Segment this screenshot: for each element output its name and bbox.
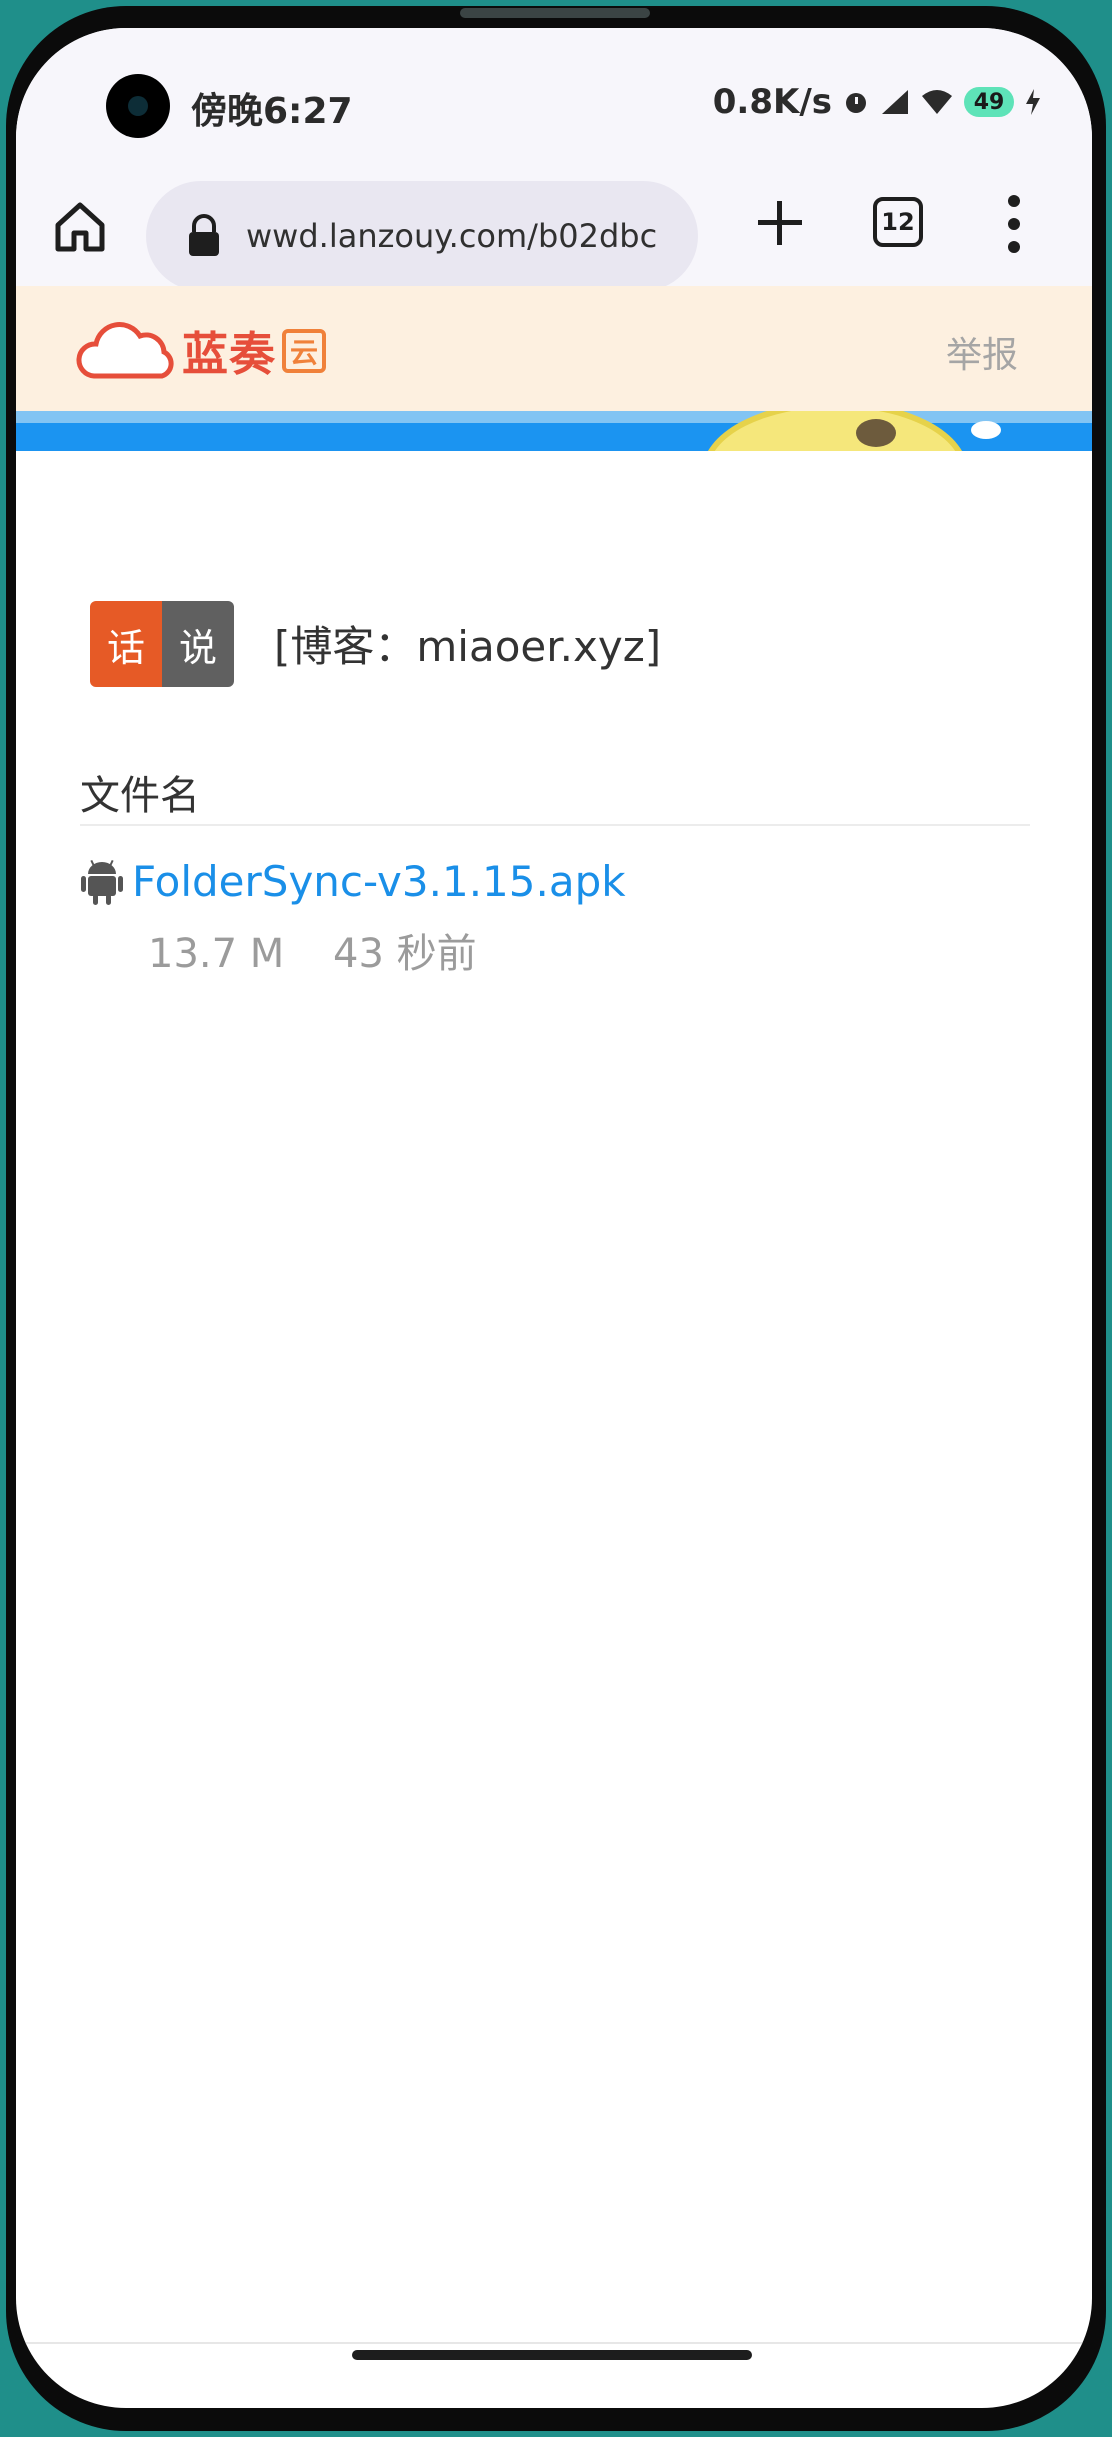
blog-text: [博客：miaoer.xyz] xyxy=(274,622,662,671)
tabs-button[interactable]: 12 xyxy=(873,197,923,247)
home-indicator[interactable] xyxy=(352,2350,752,2360)
browser-toolbar: wwd.lanzouy.com/b02dbc 12 xyxy=(16,173,1092,291)
home-icon[interactable] xyxy=(50,197,110,257)
more-vertical-icon[interactable] xyxy=(1004,191,1024,257)
report-link[interactable]: 举报 xyxy=(946,326,1018,378)
android-icon xyxy=(81,859,123,905)
phone-frame: 傍晚6:27 0.8K/s 49 wwd.lanzouy.com/b02dbc … xyxy=(0,0,1112,2437)
file-link[interactable]: FolderSync-v3.1.15.apk xyxy=(132,857,626,906)
tag-right: 说 xyxy=(162,601,234,687)
logo-badge: 云 xyxy=(282,329,326,373)
wifi-icon xyxy=(922,90,952,114)
front-camera xyxy=(106,74,170,138)
battery-indicator: 49 xyxy=(964,87,1014,117)
cloud-icon xyxy=(76,322,174,379)
browser-chrome: 傍晚6:27 0.8K/s 49 wwd.lanzouy.com/b02dbc … xyxy=(16,28,1092,291)
net-speed: 0.8K/s xyxy=(712,82,832,122)
file-meta: 13.7 M 43 秒前 xyxy=(148,921,513,979)
tag-left: 话 xyxy=(90,601,162,687)
signal-icon xyxy=(882,90,908,114)
banner-dot xyxy=(971,421,1001,439)
blog-tag: 话 说 xyxy=(90,601,234,687)
banner-band xyxy=(16,411,1092,423)
url-text[interactable]: wwd.lanzouy.com/b02dbc xyxy=(246,217,676,255)
banner-image xyxy=(16,411,1092,451)
address-bar[interactable]: wwd.lanzouy.com/b02dbc xyxy=(146,181,698,291)
file-size: 13.7 M xyxy=(148,931,285,977)
bottom-divider xyxy=(16,2342,1092,2344)
site-header: 蓝奏 云 举报 xyxy=(16,286,1092,411)
divider xyxy=(80,824,1030,826)
charging-icon xyxy=(1026,89,1040,115)
file-row[interactable]: FolderSync-v3.1.15.apk xyxy=(80,856,626,906)
banner-mascot-eye xyxy=(856,419,896,447)
status-time: 傍晚6:27 xyxy=(191,91,353,132)
file-list-header: 文件名 xyxy=(80,773,200,819)
alarm-icon xyxy=(846,93,866,113)
logo-text: 蓝奏 xyxy=(182,327,276,381)
lock-icon xyxy=(189,214,219,256)
file-time: 43 秒前 xyxy=(333,931,477,977)
status-icons: 0.8K/s 49 xyxy=(713,82,1042,122)
site-logo[interactable]: 蓝奏 云 xyxy=(74,318,326,384)
plus-icon[interactable] xyxy=(752,195,808,251)
screen: 傍晚6:27 0.8K/s 49 wwd.lanzouy.com/b02dbc … xyxy=(16,28,1092,2408)
speaker-slot xyxy=(460,8,650,18)
